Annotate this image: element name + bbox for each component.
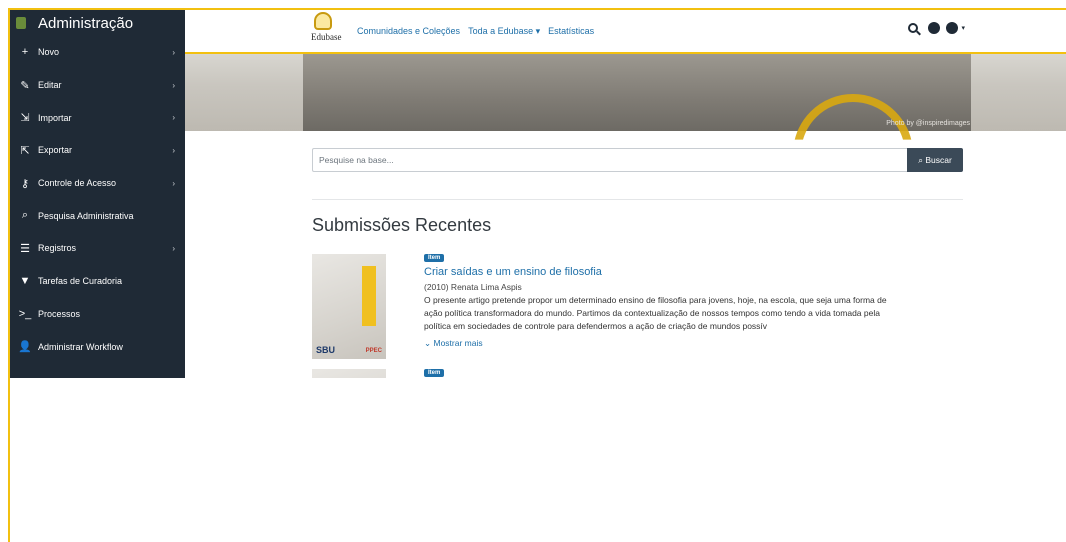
sidebar-item-administrar-workflow[interactable]: 👤 Administrar Workflow: [10, 330, 185, 363]
chevron-down-icon[interactable]: ▾: [961, 24, 965, 32]
list-icon: ☰: [20, 242, 30, 255]
user-cog-icon: 👤: [18, 341, 32, 354]
chevron-right-icon: ›: [172, 243, 175, 253]
sidebar-item-tarefas-curadoria[interactable]: ▼ Tarefas de Curadoria: [10, 265, 185, 298]
sidebar-item-label: Registros: [38, 243, 77, 254]
sidebar-item-label: Processos: [38, 308, 81, 319]
search-bar: ⌕ Buscar: [312, 148, 963, 172]
top-header: Edubase Comunidades e Coleções Toda a Ed…: [303, 10, 971, 52]
search-button-label: Buscar: [925, 154, 952, 165]
banner-credit[interactable]: Photo by @inspiredimages: [886, 120, 970, 127]
item-thumbnail[interactable]: [312, 369, 386, 378]
item-thumbnail[interactable]: SBU PPEC: [312, 254, 386, 359]
list-item: SBU PPEC Item Criar saídas e um ensino d…: [312, 254, 963, 360]
item-title-link[interactable]: Criar saídas e um ensino de filosofia: [424, 266, 602, 278]
sidebar-item-label: Importar: [38, 112, 72, 123]
chevron-right-icon: ›: [172, 47, 175, 57]
banner-image: [303, 54, 971, 140]
import-icon: ⇲: [20, 112, 30, 125]
item-abstract: O presente artigo pretende propor um det…: [424, 295, 887, 331]
key-icon: ⚷: [20, 177, 30, 190]
sidebar-item-label: Editar: [38, 80, 62, 91]
sidebar-item-label: Pesquisa Administrativa: [38, 210, 134, 221]
sidebar-item-label: Controle de Acesso: [38, 178, 117, 189]
thumb-band: [362, 266, 376, 326]
hero-banner: Photo by @inspiredimages: [185, 54, 1066, 140]
sidebar-item-pesquisa-administrativa[interactable]: ⌕ Pesquisa Administrativa: [10, 199, 185, 232]
admin-sidebar: Administração + Novo › ✎ Editar › ⇲ Impo…: [10, 10, 185, 378]
sidebar-item-novo[interactable]: + Novo ›: [10, 36, 185, 69]
list-item: Item: [312, 369, 963, 378]
section-divider: [312, 199, 963, 200]
nav-comunidades[interactable]: Comunidades e Coleções: [357, 26, 460, 37]
user-icon[interactable]: [946, 22, 959, 34]
search-button[interactable]: ⌕ Buscar: [907, 148, 963, 172]
chevron-right-icon: ›: [172, 178, 175, 188]
sidebar-item-label: Administrar Workflow: [38, 341, 123, 352]
logo-text: Edubase: [311, 32, 342, 42]
header-actions: ▾: [908, 22, 965, 34]
show-more-label: Mostrar mais: [433, 338, 483, 348]
chevron-right-icon: ›: [172, 113, 175, 123]
edubase-logo[interactable]: Edubase: [311, 12, 342, 48]
nav-toda-edubase[interactable]: Toda a Edubase ▾: [468, 26, 540, 37]
pencil-icon: ✎: [20, 79, 30, 92]
plus-icon: +: [21, 46, 29, 59]
chevron-right-icon: ›: [172, 80, 175, 90]
sidebar-item-editar[interactable]: ✎ Editar ›: [10, 69, 185, 102]
sidebar-item-controle-acesso[interactable]: ⚷ Controle de Acesso ›: [10, 167, 185, 200]
search-icon: ⌕: [21, 209, 29, 222]
show-more-link[interactable]: ⌄ Mostrar mais: [424, 338, 483, 349]
sidebar-item-label: Tarefas de Curadoria: [38, 276, 123, 287]
item-badge: Item: [424, 369, 445, 377]
sidebar-item-registros[interactable]: ☰ Registros ›: [10, 232, 185, 265]
sidebar-item-exportar[interactable]: ⇱ Exportar ›: [10, 134, 185, 167]
sidebar-item-importar[interactable]: ⇲ Importar ›: [10, 101, 185, 134]
item-badge: Item: [424, 254, 445, 262]
thumb-ppec-logo: PPEC: [365, 348, 382, 354]
sidebar-logo-icon: [16, 17, 26, 29]
globe-icon[interactable]: [928, 22, 941, 34]
filter-icon: ▼: [19, 275, 31, 288]
chevron-right-icon: ›: [172, 145, 175, 155]
sidebar-title: Administração: [38, 14, 134, 32]
book-logo-icon: [314, 12, 332, 30]
terminal-icon: >_: [18, 307, 32, 320]
sidebar-item-processos[interactable]: >_ Processos: [10, 298, 185, 331]
export-icon: ⇱: [20, 144, 30, 157]
sidebar-item-label: Exportar: [38, 145, 73, 156]
sidebar-item-label: Novo: [38, 47, 60, 58]
nav-estatisticas[interactable]: Estatísticas: [548, 26, 594, 37]
search-input[interactable]: [312, 148, 907, 172]
item-meta: (2010) Renata Lima Aspis: [424, 282, 522, 292]
search-icon[interactable]: [908, 23, 919, 33]
section-title: Submissões Recentes: [312, 215, 492, 235]
app-frame: Administração + Novo › ✎ Editar › ⇲ Impo…: [0, 0, 1066, 542]
sidebar-header: Administração: [10, 10, 185, 36]
thumb-sbu-logo: SBU: [316, 345, 336, 355]
main-nav: Comunidades e Coleções Toda a Edubase ▾ …: [357, 26, 594, 37]
